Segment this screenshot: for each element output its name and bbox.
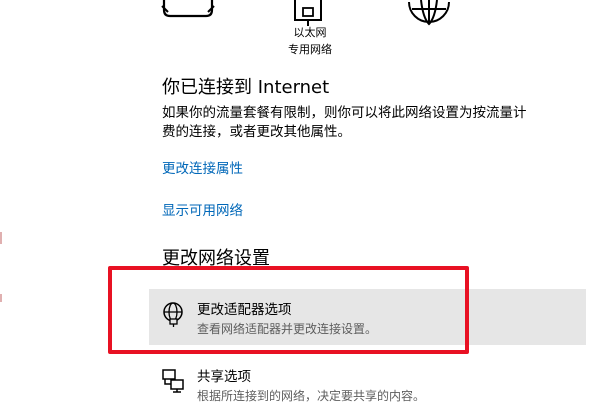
left-edge-mark: [0, 294, 2, 302]
globe-icon: [408, 0, 450, 26]
sharing-options-item[interactable]: 共享选项 根据所连接到的网络，决定要共享的内容。: [149, 356, 586, 412]
change-connection-properties-link[interactable]: 更改连接属性: [162, 157, 243, 177]
sharing-icon: [162, 369, 184, 393]
left-edge-mark: [0, 232, 2, 244]
sharing-options-desc: 根据所连接到的网络，决定要共享的内容。: [197, 389, 426, 403]
annotation-highlight-box: [108, 266, 469, 354]
dialup-icon: [161, 0, 215, 18]
sharing-options-title: 共享选项: [197, 369, 251, 385]
connection-status-desc-line2: 费的连接，或者更改其他属性。: [162, 124, 351, 140]
connection-status-title: 你已连接到 Internet: [162, 77, 330, 98]
ethernet-sublabel: 专用网络: [288, 43, 332, 56]
show-available-networks-link[interactable]: 显示可用网络: [162, 199, 243, 219]
ethernet-label: 以太网: [293, 26, 327, 39]
ethernet-icon: [294, 0, 322, 26]
